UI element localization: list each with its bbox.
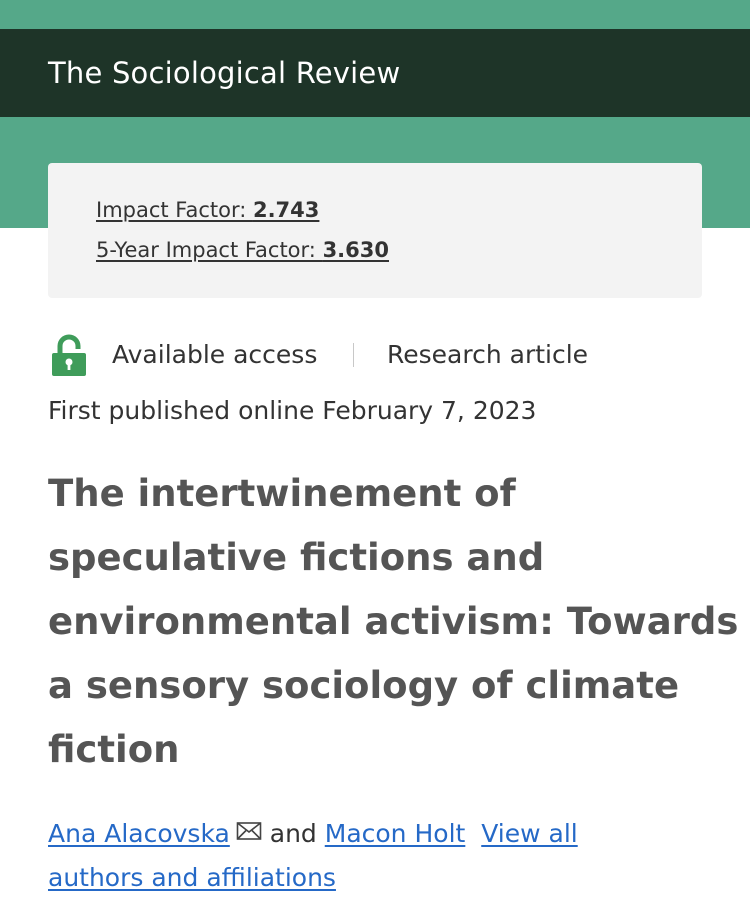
impact-factor-value: 2.743 [252,198,320,222]
five-year-impact-factor-link[interactable]: 5-Year Impact Factor: 3.630 [96,236,389,264]
article-title-line: The intertwinement of [48,472,516,515]
impact-factor-label: Impact Factor: [96,198,253,222]
journal-title-link[interactable]: The Sociological Review [48,53,400,93]
author-conjunction: and [261,819,325,848]
five-year-impact-factor-label: 5-Year Impact Factor: [96,238,323,262]
article-title-line: a sensory sociology of climate [48,664,680,707]
envelope-icon[interactable] [236,821,262,841]
publication-date: First published online February 7, 2023 [48,396,537,425]
access-status-label: Available access [112,340,318,369]
view-all-authors-text: authors and affiliations [48,863,336,892]
article-title-line: fiction [48,728,180,771]
unlocked-padlock-icon [52,334,86,376]
article-meta-row: Available access Research article [48,333,702,377]
view-all-authors-text: View all [481,819,578,848]
article-title-line: environmental activism: Towards [48,600,739,643]
five-year-impact-factor-value: 3.630 [322,238,389,262]
author-link-ana-alacovska[interactable]: Ana Alacovska [48,819,230,848]
article-title: The intertwinement of speculative fictio… [48,462,739,782]
article-type-label: Research article [387,340,589,369]
meta-divider [353,343,354,367]
article-title-line: speculative fictions and [48,536,545,579]
author-list: Ana Alacovska and Macon Holt View all aut… [48,812,702,900]
impact-factor-link[interactable]: Impact Factor: 2.743 [96,196,319,224]
impact-metrics-card: Impact Factor: 2.743 5-Year Impact Facto… [48,163,702,298]
author-link-macon-holt[interactable]: Macon Holt [325,819,466,848]
